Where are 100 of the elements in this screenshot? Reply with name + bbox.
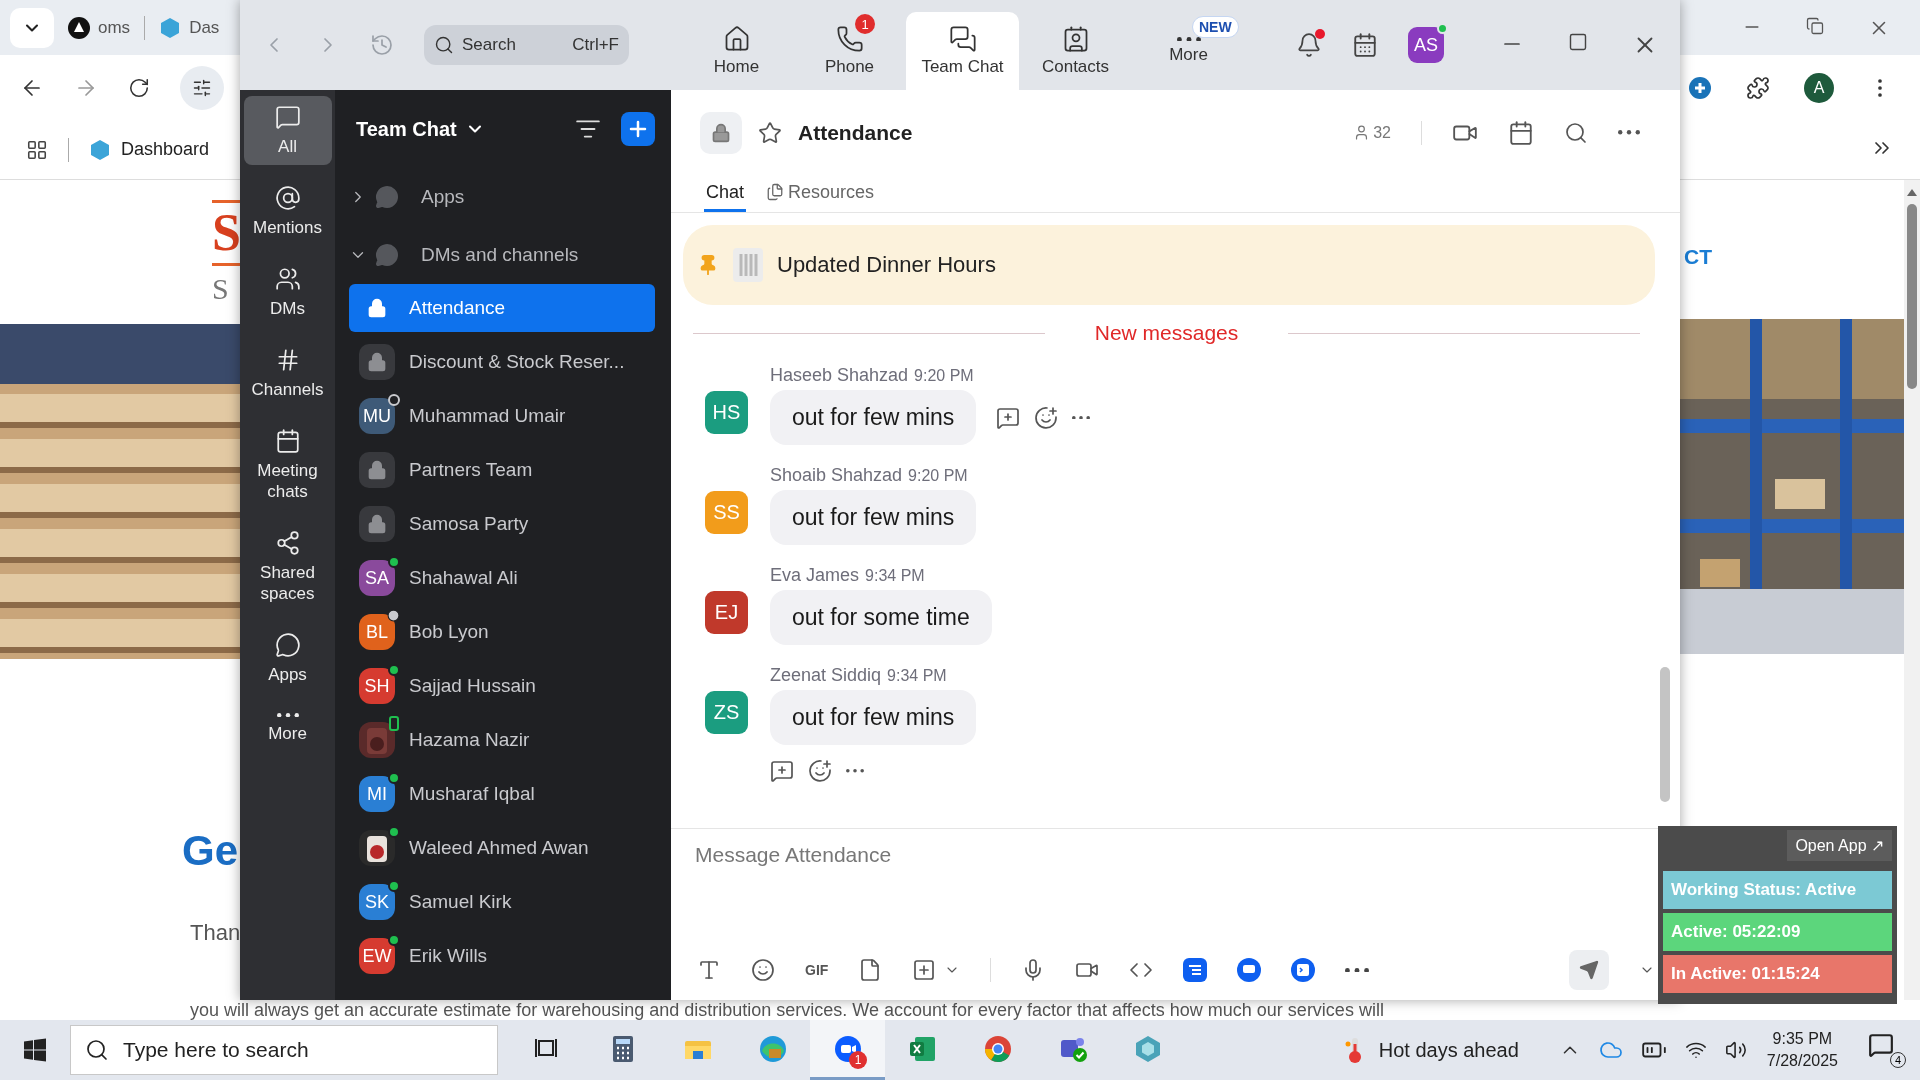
nav-tab[interactable]: Home [680,12,793,90]
clock[interactable]: 9:35 PM 7/28/2025 [1766,1028,1838,1072]
sidebar-item[interactable]: Shared spaces [243,522,332,612]
more-icon[interactable] [1618,130,1640,135]
apps-grid-icon[interactable] [26,138,48,161]
reply-icon[interactable] [996,405,1021,430]
chat-list-item[interactable]: SA Shahawal Ali [349,554,655,602]
message-bubble: out for few mins [770,690,977,745]
calendar-icon[interactable] [1508,119,1534,146]
chat-title: Attendance [798,120,913,145]
screenshot-icon[interactable] [912,958,937,982]
diamond-icon [89,138,111,161]
more-icon[interactable] [846,769,864,773]
chat-list-item[interactable]: MI Musharaf Iqbal [349,770,655,818]
weather-widget[interactable]: Hot days ahead [1344,1036,1519,1064]
message-time: 9:34 PM [887,667,947,685]
text-format-icon[interactable] [697,958,721,982]
more-icon[interactable] [1345,967,1370,973]
more-icon[interactable] [276,713,299,718]
user-avatar[interactable]: EJ [705,591,748,634]
taskbar-search[interactable]: Type here to search [70,1025,498,1075]
new-tag: NEW [1192,16,1239,38]
user-avatar: MU [359,398,395,434]
sender-name: Haseeb Shahzad [770,365,909,386]
member-count[interactable]: 32 [1353,123,1391,142]
maximize-icon[interactable] [1568,32,1588,52]
notification-badge: 1 [849,1051,867,1069]
send-button[interactable] [1569,950,1609,990]
new-chat-button[interactable] [621,112,655,146]
sidebar-item[interactable]: Mentions [243,177,332,246]
more-icon[interactable] [1072,415,1091,420]
chat-tab[interactable]: Resources [764,175,877,212]
chat-list-item[interactable]: Waleed Ahmed Awan [349,824,655,872]
logo-subtitle: S [212,272,230,306]
chat-list-item[interactable]: SK Samuel Kirk [349,878,655,926]
search-field[interactable]: Search Ctrl+F [424,25,629,65]
site-settings-button[interactable] [180,65,224,110]
star-icon[interactable] [758,120,782,145]
search-icon[interactable] [1564,120,1588,145]
status-row: Working Status: Active [1663,871,1892,909]
chat-list-item[interactable]: BL Bob Lyon [349,608,655,656]
chat-list-item[interactable]: Samosa Party [349,500,655,548]
user-avatar: SA [359,560,395,596]
emoji-icon[interactable] [751,958,775,982]
list-app-icon[interactable] [1183,958,1208,982]
restore-icon[interactable] [1806,16,1824,35]
sidebar-item[interactable]: More [243,705,332,753]
bookmark[interactable]: Dashboard [89,138,210,161]
user-avatar: SK [359,884,395,920]
pinned-banner[interactable]: Updated Dinner Hours [683,225,1655,305]
add-reaction-icon[interactable] [808,759,832,783]
sidebar-item[interactable]: Channels [243,339,332,408]
profile-avatar[interactable]: A [1804,72,1834,103]
scrollbar-thumb[interactable] [1907,204,1917,389]
windows-icon[interactable] [23,1038,47,1062]
terminal-app-icon[interactable] [1291,958,1316,982]
chat-list-item[interactable]: Partners Team [349,446,655,494]
chat-list-item[interactable]: MU Muhammad Umair [349,392,655,440]
chat-bubble-icon [274,104,301,130]
sidebar-item[interactable]: Apps [243,624,332,693]
browser-tab[interactable]: oms [66,16,133,39]
whiteboard-app-icon[interactable] [1237,958,1262,982]
panel-title[interactable]: Team Chat [356,117,485,141]
search-icon [434,35,454,55]
chat-list-item[interactable]: EW Erik Wills [349,932,655,980]
nav-link[interactable]: CT [1684,245,1904,269]
extension-icon[interactable] [1688,75,1712,100]
nav-tab[interactable]: Contacts [1019,12,1132,90]
arrow-up-icon[interactable] [1907,188,1917,196]
scrollbar[interactable] [1904,180,1920,1000]
message-input[interactable]: Message Attendance [695,829,1655,881]
chat-list-item[interactable]: Attendance [349,284,655,332]
puzzle-icon[interactable] [1746,75,1770,100]
chat-list-item[interactable]: Hazama Nazir [349,716,655,764]
nav-tab[interactable]: Team Chat [906,12,1019,90]
nav-tab[interactable]: 1 Phone [793,12,906,90]
open-app-button[interactable]: Open App ↗ [1787,830,1892,861]
speaker-icon[interactable] [1724,1039,1747,1061]
sender-name: Zeenat Siddiq [770,665,882,686]
reply-icon[interactable] [770,759,794,783]
browser-tab[interactable]: Das [157,16,222,39]
bell-icon[interactable] [1296,32,1322,58]
send-icon [1579,960,1599,980]
user-avatar[interactable]: AS [1408,27,1444,63]
chat-list-item[interactable]: SH Sajjad Hussain [349,662,655,710]
sidebar-item[interactable]: All [243,96,332,165]
reload-icon[interactable] [128,76,150,99]
sidebar-item[interactable]: DMs [243,258,332,327]
more-icon[interactable] [1176,36,1201,42]
gif-button[interactable]: GIF [805,962,829,978]
section-header[interactable]: Apps [335,168,671,226]
sidebar-item[interactable]: Meeting chats [243,420,332,510]
chat-tab[interactable]: Chat [704,175,747,212]
calendar-icon[interactable] [1352,32,1378,58]
tab-search-button[interactable] [10,7,54,48]
nav-tab[interactable]: NEW More [1132,12,1245,90]
chat-list-item[interactable]: Discount & Stock Reser... [349,338,655,386]
scrollbar-thumb[interactable] [1660,667,1670,802]
section-header[interactable]: DMs and channels [335,226,671,284]
add-reaction-icon[interactable] [1034,405,1059,430]
